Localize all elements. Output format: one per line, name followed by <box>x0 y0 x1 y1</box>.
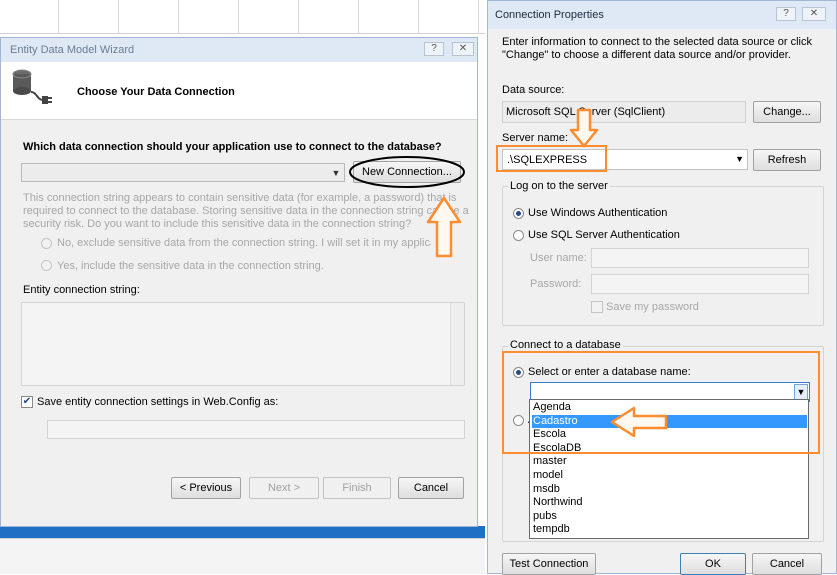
connection-question-label: Which data connection should your applic… <box>23 141 442 153</box>
entity-connection-string-label: Entity connection string: <box>23 284 140 296</box>
next-button[interactable]: Next > <box>249 477 319 499</box>
save-password-checkbox[interactable] <box>591 301 603 313</box>
windows-auth-label: Use Windows Authentication <box>528 207 668 219</box>
test-connection-button[interactable]: Test Connection <box>502 553 596 575</box>
refresh-button[interactable]: Refresh <box>753 149 821 171</box>
wizard-close-button[interactable]: ✕ <box>452 42 474 56</box>
data-source-field: Microsoft SQL Server (SqlClient) <box>502 101 746 123</box>
chevron-down-icon: ▼ <box>331 168 341 178</box>
conn-intro-line-2: "Change" to choose a different data sour… <box>502 49 791 61</box>
include-sensitive-radio[interactable] <box>41 260 52 271</box>
save-password-label: Save my password <box>606 301 699 313</box>
database-list-item[interactable]: Northwind <box>532 496 583 510</box>
conn-cancel-button[interactable]: Cancel <box>752 553 822 575</box>
ok-button[interactable]: OK <box>680 553 746 575</box>
database-connection-icon <box>12 69 52 104</box>
wizard-header-title: Choose Your Data Connection <box>77 86 235 98</box>
database-list-item[interactable]: msdb <box>532 483 560 497</box>
annotation-server-box <box>496 145 607 172</box>
wizard-title-bar: Entity Data Model Wizard ? ✕ <box>1 38 477 62</box>
conn-close-button[interactable]: ✕ <box>802 7 826 21</box>
change-button[interactable]: Change... <box>753 101 821 123</box>
background-app-strip <box>0 0 485 34</box>
web-config-name-input[interactable] <box>47 420 465 439</box>
exclude-sensitive-radio[interactable] <box>41 238 52 249</box>
logon-group-label: Log on to the server <box>508 180 610 192</box>
password-input[interactable] <box>591 274 809 294</box>
background-bottom-area <box>0 538 485 574</box>
wizard-title: Entity Data Model Wizard <box>10 44 135 56</box>
sensitive-data-text-2: required to connect to the database. Sto… <box>23 205 469 217</box>
entity-data-model-wizard-dialog: Entity Data Model Wizard ? ✕ Choose Your… <box>0 37 478 527</box>
server-name-label: Server name: <box>502 132 569 144</box>
data-connection-combo[interactable]: ▼ <box>21 163 345 182</box>
database-list-item[interactable]: master <box>532 455 567 469</box>
sql-auth-label: Use SQL Server Authentication <box>528 229 680 241</box>
annotation-database-box <box>502 351 820 454</box>
chevron-down-icon: ▼ <box>735 154 744 164</box>
annotation-down-arrow <box>569 108 599 148</box>
conn-help-button[interactable]: ? <box>776 7 796 21</box>
database-list-item[interactable]: model <box>532 469 563 483</box>
annotation-circle <box>349 156 465 188</box>
conn-intro-line-1: Enter information to connect to the sele… <box>502 36 812 48</box>
windows-auth-radio[interactable] <box>513 208 524 219</box>
sensitive-data-text-1: This connection string appears to contai… <box>23 192 457 204</box>
sql-auth-radio[interactable] <box>513 230 524 241</box>
finish-button[interactable]: Finish <box>323 477 391 499</box>
save-settings-checkbox[interactable]: ✔ <box>21 396 33 408</box>
wizard-cancel-button[interactable]: Cancel <box>398 477 464 499</box>
database-list-item[interactable]: tempdb <box>532 523 570 537</box>
wizard-header: Choose Your Data Connection <box>1 62 477 120</box>
user-name-input[interactable] <box>591 248 809 268</box>
entity-connection-string-textarea[interactable] <box>21 302 465 386</box>
previous-button[interactable]: < Previous <box>171 477 241 499</box>
annotation-left-arrow <box>610 406 668 438</box>
connect-database-group-label: Connect to a database <box>508 339 623 351</box>
sensitive-data-text-3: security risk. Do you want to include th… <box>23 218 412 230</box>
include-sensitive-label: Yes, include the sensitive data in the c… <box>57 260 324 272</box>
password-label: Password: <box>530 278 582 290</box>
textarea-scrollbar[interactable] <box>450 303 464 385</box>
annotation-up-arrow <box>426 196 462 258</box>
exclude-sensitive-label: No, exclude sensitive data from the conn… <box>57 237 431 249</box>
wizard-help-button[interactable]: ? <box>424 42 444 56</box>
data-source-label: Data source: <box>502 84 565 96</box>
user-name-label: User name: <box>530 252 587 264</box>
conn-title-bar: Connection Properties ? ✕ <box>488 1 836 29</box>
database-list-item[interactable]: pubs <box>532 510 557 524</box>
conn-title: Connection Properties <box>495 9 604 21</box>
save-settings-label: Save entity connection settings in Web.C… <box>37 396 279 408</box>
